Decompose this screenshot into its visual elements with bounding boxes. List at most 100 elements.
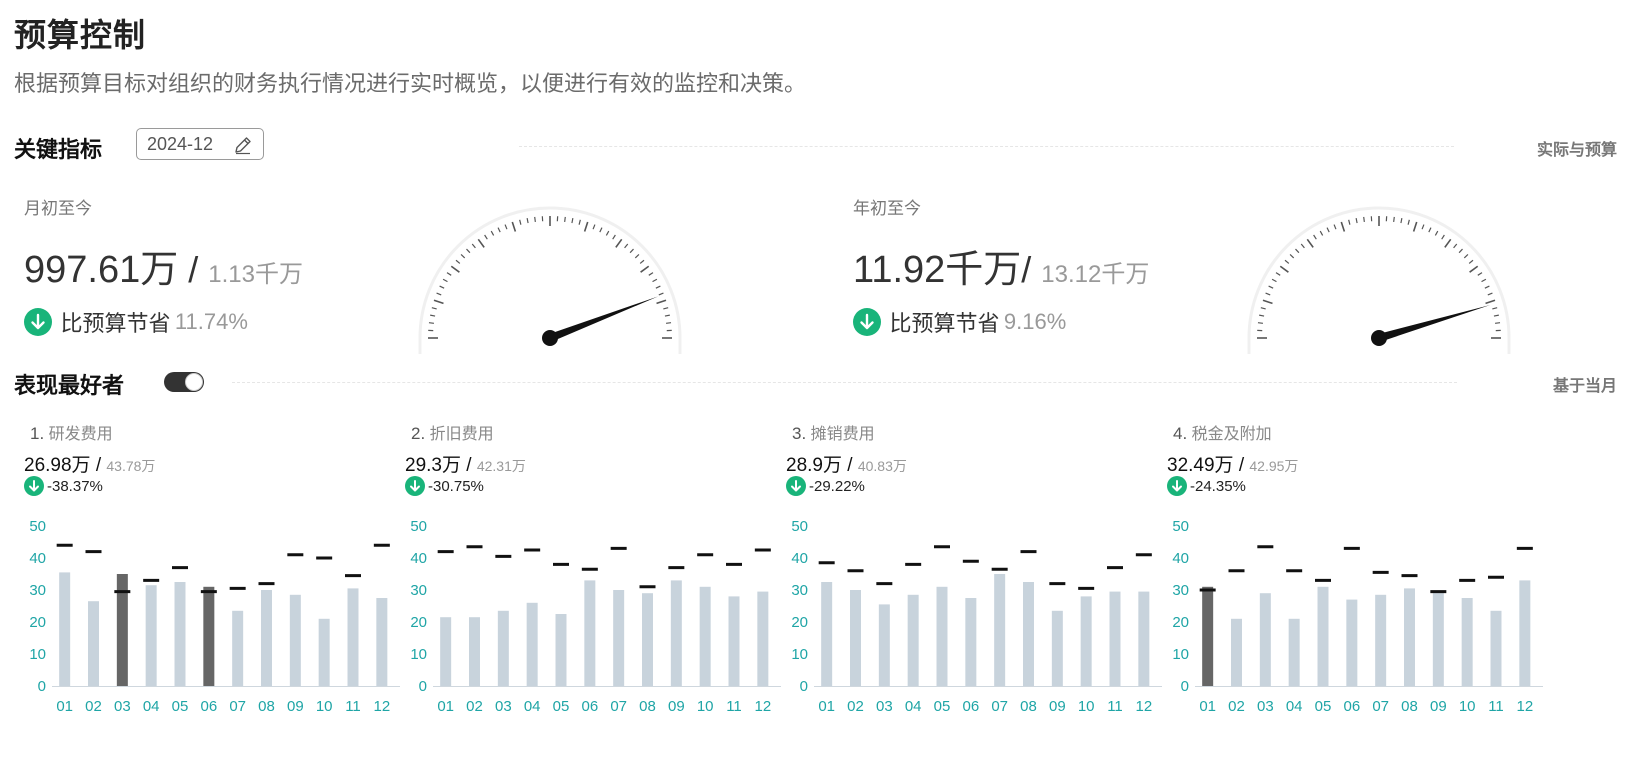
- gauge-tick: [640, 265, 650, 273]
- performer-title: 2. 折旧费用: [411, 420, 494, 444]
- x-tick-label: 02: [466, 698, 483, 715]
- performer-name: 摊销费用: [810, 426, 875, 443]
- top-performers-toggle[interactable]: [164, 372, 204, 392]
- gauge-tick: [455, 259, 461, 264]
- gauge-tick: [1458, 248, 1463, 254]
- gauge-tick: [663, 307, 669, 310]
- bar: [1375, 594, 1387, 686]
- gauge-tick: [578, 219, 581, 225]
- x-tick-label: 06: [1343, 698, 1360, 715]
- date-picker[interactable]: 2024-12: [136, 128, 264, 160]
- performer-change: -30.75%: [428, 477, 484, 495]
- performer-chart: 0 10 20 30 40 50 01 02 03 04 05 06 07 08 09 10 11 12: [1172, 518, 1543, 715]
- gauge-tick: [658, 292, 664, 296]
- key-metrics-header: 关键指标 2024-12 实际与预算: [14, 128, 1617, 164]
- x-tick-label: 06: [581, 698, 598, 715]
- performer-card: 3. 摊销费用 28.9万 / 40.83万 -29.22% 0 10 20 30 40…: [786, 418, 1168, 718]
- x-tick-label: 05: [553, 698, 570, 715]
- pencil-icon[interactable]: [233, 135, 253, 155]
- x-tick-label: 03: [876, 698, 893, 715]
- performer-status: -30.75%: [405, 476, 484, 496]
- performer-change: -24.35%: [1190, 477, 1246, 495]
- kpi-label: 年初至今: [853, 199, 921, 218]
- gauge-tick: [1444, 238, 1452, 248]
- x-tick-label: 12: [373, 698, 390, 715]
- bar: [289, 594, 301, 686]
- x-tick-label: 11: [345, 698, 361, 715]
- top-performers-title: 表现最好者: [14, 373, 125, 398]
- performer-rank: 4.: [1173, 424, 1188, 443]
- x-tick-label: 07: [1372, 698, 1389, 715]
- gauge-tick: [466, 248, 471, 254]
- gauge-tick: [439, 285, 445, 289]
- bar: [497, 610, 509, 686]
- bar: [1346, 599, 1358, 686]
- x-tick-label: 03: [114, 698, 131, 715]
- bar: [88, 601, 100, 686]
- x-tick-label: 04: [143, 698, 160, 715]
- gauge-tick: [1295, 248, 1300, 254]
- x-tick-label: 10: [1459, 698, 1476, 715]
- down-arrow-icon: [24, 476, 44, 496]
- performer-budget: 43.78万: [106, 458, 156, 474]
- gauge-hub: [542, 330, 558, 346]
- gauge-tick: [1487, 292, 1493, 296]
- x-tick-label: 04: [524, 698, 541, 715]
- performer-title: 1. 研发费用: [30, 420, 113, 444]
- gauge-tick: [1495, 322, 1501, 324]
- y-tick-label: 30: [1172, 582, 1189, 599]
- performer-budget: 42.31万: [476, 458, 526, 474]
- gauge-tick: [648, 272, 654, 276]
- gauge-tick: [477, 238, 485, 248]
- gauge-tick: [664, 314, 670, 317]
- bar: [232, 610, 244, 686]
- gauge-tick: [442, 278, 448, 283]
- gauge-tick: [1434, 230, 1439, 236]
- gauge-tick: [624, 243, 629, 249]
- gauge-tick: [1477, 272, 1483, 276]
- down-arrow-icon: [786, 476, 806, 496]
- gauge: [1247, 206, 1511, 354]
- bar: [936, 586, 948, 686]
- bar: [526, 602, 538, 686]
- bar: [1490, 610, 1502, 686]
- x-tick-label: 05: [934, 698, 951, 715]
- gauge-tick: [612, 234, 616, 240]
- bar: [555, 614, 567, 686]
- y-tick-label: 20: [410, 614, 427, 631]
- y-tick-label: 20: [29, 614, 46, 631]
- page-description: 根据预算目标对组织的财务执行情况进行实时概览，以便进行有效的监控和决策。: [14, 71, 807, 96]
- gauge-tick: [1493, 314, 1499, 317]
- y-tick-label: 20: [1172, 614, 1189, 631]
- gauge-tick: [1265, 292, 1271, 296]
- bar: [1288, 618, 1300, 686]
- kpi-status: 比预算节省 11.74%: [24, 306, 248, 338]
- gauge-tick: [1333, 224, 1337, 230]
- kpi-status-label: 比预算节省: [60, 311, 171, 336]
- x-tick-label: 02: [847, 698, 864, 715]
- gauge-tick: [1319, 230, 1324, 236]
- x-tick-label: 11: [1488, 698, 1504, 715]
- gauge-tick: [490, 230, 495, 236]
- y-tick-label: 20: [791, 614, 808, 631]
- gauge-tick: [1468, 259, 1474, 264]
- y-tick-label: 10: [29, 646, 46, 663]
- bar: [670, 580, 682, 686]
- kpi-actual: 997.61万: [24, 249, 179, 291]
- performer-change: -29.22%: [809, 477, 865, 495]
- gauge-tick: [450, 265, 460, 273]
- bar: [584, 580, 596, 686]
- gauge-tick: [1400, 218, 1403, 224]
- x-tick-label: 12: [1516, 698, 1533, 715]
- gauge-tick: [1428, 227, 1432, 233]
- x-tick-label: 07: [610, 698, 627, 715]
- gauge-tick: [534, 216, 536, 222]
- gauge-tick: [1326, 227, 1330, 233]
- gauge-tick: [571, 218, 574, 224]
- gauge-tick: [656, 299, 667, 305]
- performer-actual: 32.49万: [1167, 455, 1234, 476]
- performer-separator: /: [90, 455, 107, 476]
- bar: [145, 585, 157, 686]
- gauge-tick: [1289, 254, 1295, 259]
- performer-actual: 28.9万: [786, 455, 842, 476]
